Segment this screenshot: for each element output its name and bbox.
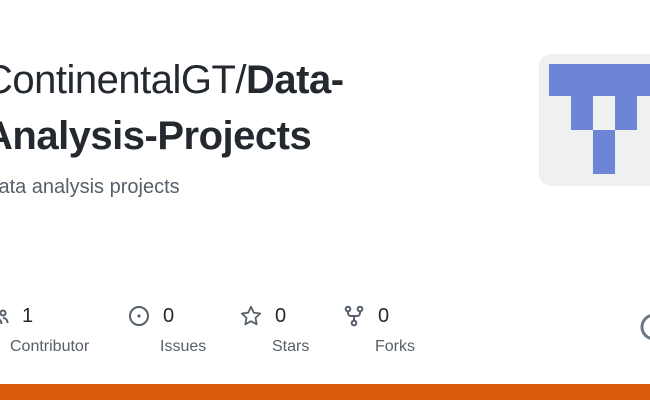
- repo-title[interactable]: ContinentalGT/Data- Analysis-Projects: [0, 52, 464, 164]
- contributors-label: Contributor: [10, 338, 90, 355]
- owner-avatar[interactable]: [539, 54, 650, 186]
- repo-social-card: ContinentalGT/Data- Analysis-Projects Dat…: [0, 0, 650, 400]
- stars-count: 0: [275, 304, 287, 327]
- forks-label: Forks: [375, 338, 415, 355]
- github-logo-icon: [640, 313, 650, 341]
- avatar-identicon-block: [593, 130, 615, 174]
- repo-name-line2[interactable]: Analysis-Projects: [0, 114, 312, 158]
- language-bar: [0, 384, 650, 400]
- avatar-identicon-block: [549, 64, 650, 96]
- repo-owner[interactable]: ContinentalGT/: [0, 58, 247, 102]
- forks-count: 0: [378, 304, 390, 327]
- stars-label: Stars: [272, 338, 310, 355]
- repo-description: Data analysis projects: [0, 176, 180, 198]
- avatar-identicon-block: [571, 96, 593, 130]
- stat-issues[interactable]: 0 Issues: [127, 300, 206, 356]
- star-icon: [239, 304, 263, 328]
- issues-label: Issues: [160, 338, 207, 355]
- stat-contributors[interactable]: 1 Contributor: [0, 300, 89, 356]
- issues-count: 0: [163, 304, 175, 327]
- fork-icon: [342, 304, 366, 328]
- contributors-count: 1: [22, 304, 34, 327]
- repo-stats: 1 Contributor 0 Issues 0 Stars 0 Forks: [0, 300, 650, 360]
- stat-forks[interactable]: 0 Forks: [342, 300, 415, 356]
- issue-icon: [127, 304, 151, 328]
- stat-stars[interactable]: 0 Stars: [239, 300, 309, 356]
- people-icon: [0, 304, 10, 328]
- avatar-identicon-block: [615, 96, 637, 130]
- repo-name-line1[interactable]: Data-: [246, 58, 344, 102]
